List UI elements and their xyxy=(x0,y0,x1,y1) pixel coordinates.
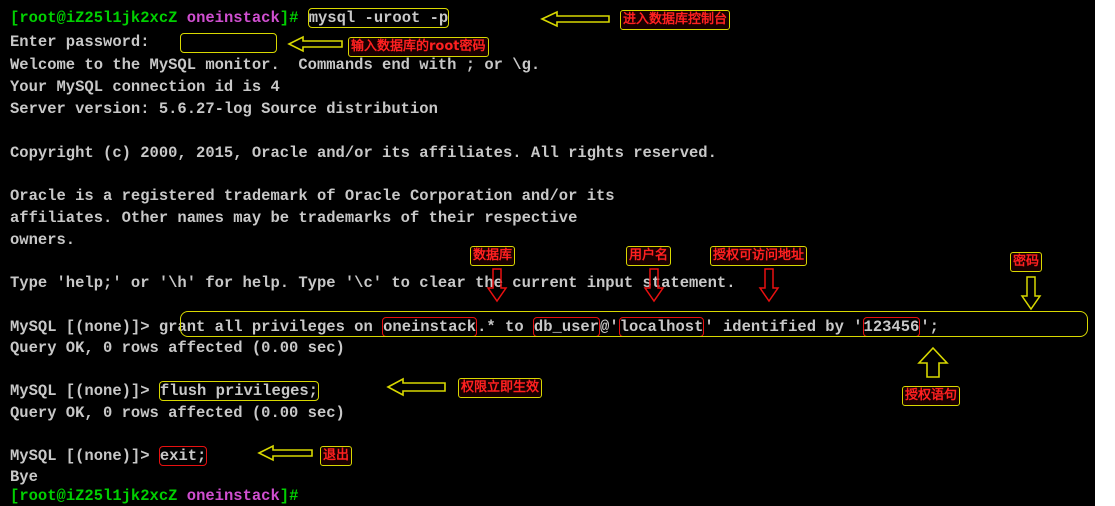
help-line: Type 'help;' or '\h' for help. Type '\c'… xyxy=(10,274,736,292)
trademark-line-2: affiliates. Other names may be trademark… xyxy=(10,209,578,227)
query-ok-line-2: Query OK, 0 rows affected (0.00 sec) xyxy=(10,404,345,422)
prompt-dir: oneinstack xyxy=(186,487,280,505)
trademark-line-3: owners. xyxy=(10,231,76,249)
arrow-left-icon xyxy=(257,444,313,462)
arrow-down-icon xyxy=(643,268,665,303)
annotation-privileges-effective: 权限立即生效 xyxy=(458,378,543,398)
password-prompt: Enter password: xyxy=(10,33,150,51)
annotation-enter-console: 进入数据库控制台 xyxy=(620,10,731,30)
arrow-down-icon xyxy=(1020,276,1042,311)
annotation-grant-statement: 授权语句 xyxy=(902,386,961,406)
flush-line: MySQL [(none)]> flush privileges; xyxy=(10,380,319,402)
mysql-prompt: MySQL [(none)]> xyxy=(10,318,150,336)
connection-id-line: Your MySQL connection id is 4 xyxy=(10,78,280,96)
screenshot: [root@iZ25l1jk2xcZ oneinstack]# mysql -u… xyxy=(0,0,1115,506)
arrow-down-icon xyxy=(486,268,508,303)
annotation-exit: 退出 xyxy=(320,446,353,466)
shell-line-final: [root@iZ25l1jk2xcZ oneinstack]# xyxy=(10,485,298,506)
annotation-database: 数据库 xyxy=(470,246,516,266)
arrow-up-icon xyxy=(917,346,949,378)
flush-command: flush privileges; xyxy=(158,381,319,401)
annotation-username: 用户名 xyxy=(626,246,672,266)
mysql-prompt: MySQL [(none)]> xyxy=(10,447,150,465)
prompt-open: [ xyxy=(10,9,20,27)
prompt-close: ]# xyxy=(279,9,299,27)
prompt-user-host: root@iZ25l1jk2xcZ xyxy=(19,487,178,505)
terminal-window[interactable]: [root@iZ25l1jk2xcZ oneinstack]# mysql -u… xyxy=(0,0,1095,506)
shell-line-login: [root@iZ25l1jk2xcZ oneinstack]# mysql -u… xyxy=(10,7,450,29)
annotation-enter-root-password: 输入数据库的root密码 xyxy=(348,37,489,57)
arrow-left-icon xyxy=(287,35,343,53)
exit-command: exit; xyxy=(158,446,208,466)
login-command: mysql -uroot -p xyxy=(307,8,450,28)
exit-line: MySQL [(none)]> exit; xyxy=(10,445,208,467)
server-version-line: Server version: 5.6.27-log Source distri… xyxy=(10,100,438,118)
trademark-line-1: Oracle is a registered trademark of Orac… xyxy=(10,187,615,205)
password-input-highlight xyxy=(180,33,277,53)
mysql-prompt: MySQL [(none)]> xyxy=(10,382,150,400)
arrow-left-icon xyxy=(386,377,446,397)
query-ok-line-1: Query OK, 0 rows affected (0.00 sec) xyxy=(10,339,345,357)
prompt-user-host: root@iZ25l1jk2xcZ xyxy=(19,9,178,27)
arrow-down-icon xyxy=(758,268,780,303)
welcome-line: Welcome to the MySQL monitor. Commands e… xyxy=(10,56,541,74)
annotation-password: 密码 xyxy=(1010,252,1043,272)
arrow-left-icon xyxy=(540,10,610,28)
annotation-authorized-host: 授权可访问地址 xyxy=(710,246,808,266)
grant-statement-highlight xyxy=(180,311,1088,337)
copyright-line: Copyright (c) 2000, 2015, Oracle and/or … xyxy=(10,144,717,162)
prompt-dir: oneinstack xyxy=(186,9,280,27)
prompt-close: ]# xyxy=(279,487,299,505)
prompt-open: [ xyxy=(10,487,20,505)
